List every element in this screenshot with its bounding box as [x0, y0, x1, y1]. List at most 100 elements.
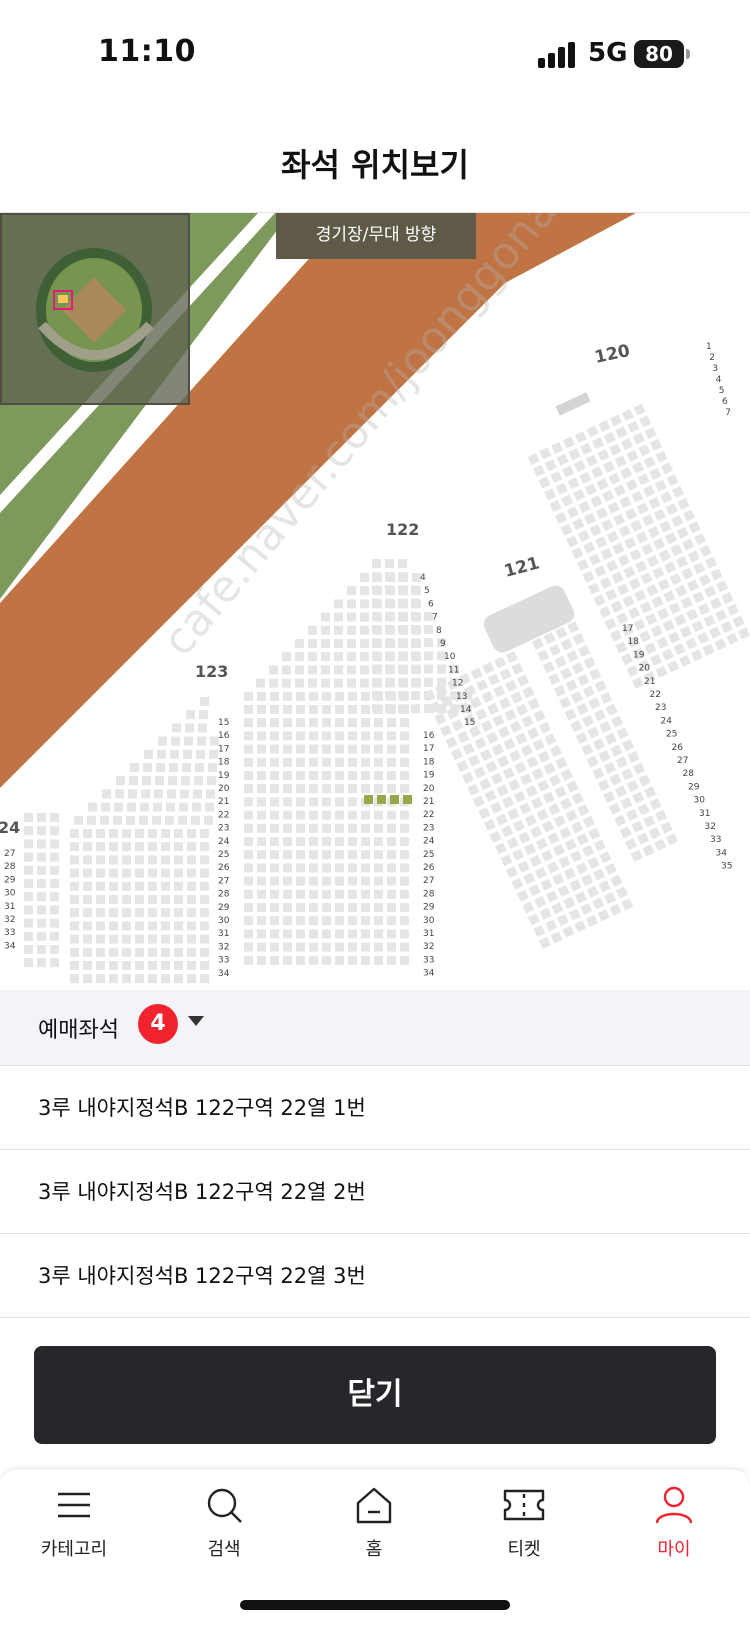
seat	[244, 837, 253, 846]
direction-badge: 경기장/무대 방향	[276, 213, 476, 259]
seat	[322, 744, 331, 754]
seat	[309, 903, 318, 912]
seat	[283, 889, 292, 899]
seat	[634, 589, 647, 602]
status-bar: 11:10 5G 80	[0, 0, 750, 100]
seat	[400, 955, 409, 965]
seat-map[interactable]: 120 121 122 123 24 15 16 17 18 19 20 21 22 23 24 2…	[0, 212, 750, 990]
tab-label: 마이	[657, 1539, 691, 1560]
seat	[400, 784, 409, 794]
seat	[692, 591, 705, 604]
seat	[668, 631, 681, 644]
seat	[604, 617, 617, 630]
seat	[50, 905, 59, 915]
seat	[697, 632, 710, 645]
seat	[270, 876, 279, 886]
seat	[592, 767, 605, 780]
seat	[531, 767, 544, 780]
seat	[623, 566, 636, 579]
seat	[335, 889, 344, 899]
seat	[308, 625, 317, 635]
seat	[361, 850, 370, 860]
seat	[555, 511, 568, 524]
seat	[361, 744, 370, 754]
seat	[727, 603, 739, 616]
seat	[507, 808, 520, 820]
reserved-seats-toggle[interactable]: 예매좌석 4	[0, 990, 750, 1066]
seat	[200, 881, 209, 891]
seat	[577, 559, 589, 571]
tab-my[interactable]: 마이	[614, 1485, 734, 1561]
row-label: 33	[4, 928, 15, 938]
tab-ticket[interactable]: 티켓	[464, 1485, 584, 1561]
seat	[296, 705, 305, 714]
seat	[244, 757, 253, 767]
seat	[283, 810, 292, 820]
seat	[705, 556, 718, 569]
seat	[513, 790, 526, 803]
seat	[615, 641, 628, 654]
seat	[335, 876, 344, 886]
seat	[195, 763, 204, 772]
seat	[374, 889, 383, 899]
seat	[372, 611, 381, 621]
seat	[70, 947, 79, 957]
seat	[626, 809, 638, 821]
seat	[244, 916, 253, 926]
seat	[335, 929, 344, 939]
seat	[135, 934, 144, 944]
tab-home[interactable]: 홈	[314, 1485, 434, 1561]
seat	[398, 559, 407, 568]
seat	[411, 677, 420, 687]
caret-down-icon[interactable]	[188, 1016, 204, 1026]
seat	[374, 850, 383, 860]
seat	[543, 632, 556, 645]
seat	[564, 838, 577, 851]
seat	[361, 876, 370, 886]
seat	[694, 533, 707, 546]
seat	[372, 559, 381, 568]
row-label: 30	[423, 916, 435, 926]
close-button[interactable]: 닫기	[34, 1346, 716, 1444]
tab-search[interactable]: 검색	[164, 1485, 284, 1561]
seat	[37, 852, 46, 862]
seat	[24, 945, 33, 954]
seat	[244, 784, 253, 794]
seat	[96, 947, 105, 957]
tab-label: 카테고리	[40, 1539, 108, 1560]
seat	[348, 942, 357, 952]
seat	[361, 955, 370, 965]
seat	[535, 837, 548, 850]
seat	[484, 789, 497, 802]
seat	[553, 844, 565, 857]
seat	[439, 724, 452, 737]
tab-category[interactable]: 카테고리	[14, 1485, 134, 1561]
seat	[530, 826, 543, 839]
seat	[335, 903, 344, 912]
seat	[479, 778, 492, 791]
seat	[398, 664, 407, 674]
seat	[257, 955, 266, 965]
seat	[638, 774, 651, 787]
seat	[682, 538, 695, 551]
seat	[109, 961, 118, 970]
seat	[200, 829, 209, 838]
seat	[671, 515, 684, 528]
seat	[309, 757, 318, 767]
seat	[581, 874, 594, 886]
seat	[309, 744, 318, 754]
seat	[588, 553, 601, 566]
seat	[472, 795, 485, 808]
stadium-minimap[interactable]	[0, 213, 190, 405]
seat	[270, 850, 279, 860]
seat	[586, 755, 599, 768]
seat	[270, 837, 279, 846]
seat	[335, 731, 344, 741]
seat	[534, 866, 547, 879]
seat	[24, 865, 33, 875]
seat	[611, 571, 624, 584]
seat	[539, 447, 552, 460]
row-label: 30	[694, 796, 706, 806]
seat	[541, 849, 554, 862]
seat	[335, 784, 344, 794]
